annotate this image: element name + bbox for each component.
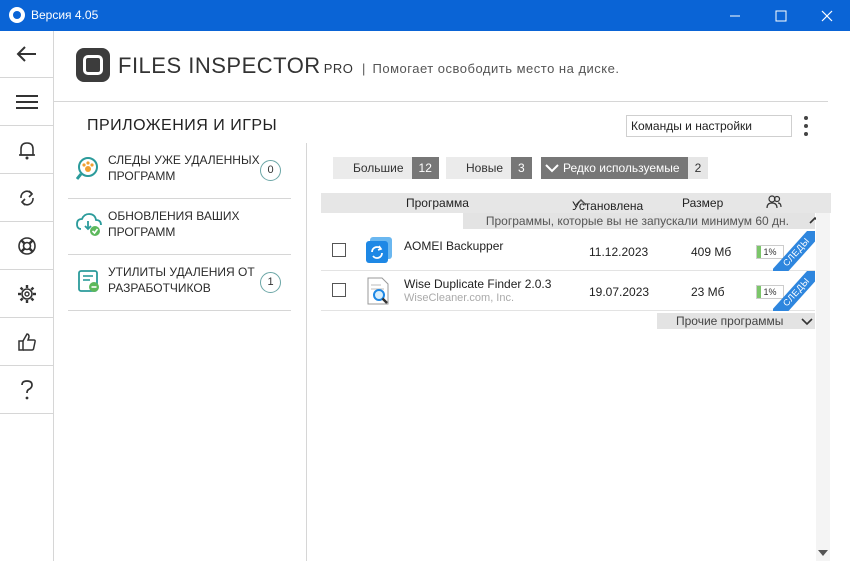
users-icon [766, 195, 782, 209]
filter-new[interactable]: Новые 3 [446, 157, 532, 179]
download-check-icon [76, 213, 102, 236]
category-updates[interactable]: Обновления ваших программ [68, 199, 291, 255]
category-remains[interactable]: Следы уже удаленных программ 0 [68, 143, 291, 199]
brand-separator: | [362, 61, 366, 76]
filter-label: Большие [333, 157, 412, 179]
chevron-down-icon [801, 318, 813, 326]
app-icon [9, 7, 25, 23]
commands-dropdown[interactable]: Команды и настройки [626, 115, 792, 137]
table-row[interactable]: AOMEI Backupper 11.12.2023 409 Мб 1% СЛЕ… [321, 231, 815, 271]
row-checkbox[interactable] [332, 243, 346, 257]
category-uninstallers[interactable]: Утилиты удаления от разработчиков 1 [68, 255, 291, 311]
filter-rarely-used[interactable]: Редко используемые 2 [541, 157, 709, 179]
category-label: Обновления ваших программ [108, 209, 240, 239]
help-icon [20, 380, 33, 400]
program-size: 23 Мб [691, 285, 725, 299]
close-button[interactable] [804, 0, 850, 31]
filter-label: Новые [446, 157, 512, 179]
usage-fill [757, 246, 761, 258]
usage-fill [757, 286, 761, 298]
column-users[interactable] [766, 195, 782, 212]
maximize-icon [775, 10, 787, 21]
table-scrollbar[interactable] [816, 213, 830, 561]
page-title: ПРИЛОЖЕНИЯ И ИГРЫ [87, 117, 278, 134]
settings-button[interactable] [0, 271, 53, 318]
panel-divider [306, 143, 307, 561]
notifications-button[interactable] [0, 127, 53, 174]
support-button[interactable] [0, 223, 53, 270]
filter-count: 3 [511, 157, 532, 179]
brand-pro: PRO [323, 61, 354, 76]
column-program[interactable]: Программа [406, 196, 469, 210]
gear-icon [17, 285, 36, 303]
aomei-backupper-icon [366, 237, 392, 263]
brand-name: FILES INSPECTOR [118, 53, 321, 78]
category-count: 0 [260, 160, 281, 181]
scroll-down-icon[interactable] [818, 549, 828, 557]
column-size[interactable]: Размер [682, 196, 723, 210]
lifebuoy-icon [17, 237, 36, 255]
menu-icon [15, 95, 38, 109]
group-header-rarely-used[interactable]: Программы, которые вы не запускали миним… [463, 213, 821, 229]
program-name: Wise Duplicate Finder 2.0.3 [404, 277, 552, 291]
header-divider [54, 101, 828, 102]
program-name: AOMEI Backupper [404, 239, 504, 253]
menu-button[interactable] [0, 79, 53, 126]
brand-tagline: Помогает освободить место на диске. [372, 61, 620, 76]
paw-search-icon [76, 157, 98, 180]
app-header: FILES INSPECTOR PRO | Помогает освободить… [54, 31, 850, 101]
remains-ribbon: СЛЕДЫ [773, 271, 815, 311]
row-checkbox[interactable] [332, 283, 346, 297]
help-button[interactable] [0, 367, 53, 414]
left-rail [0, 31, 54, 561]
more-options-button[interactable] [800, 114, 812, 138]
rate-button[interactable] [0, 319, 53, 366]
back-arrow-icon [16, 46, 36, 62]
filter-label: Редко используемые [541, 157, 688, 179]
back-button[interactable] [0, 31, 53, 78]
table-row[interactable]: Wise Duplicate Finder 2.0.3 WiseCleaner.… [321, 271, 815, 311]
refresh-button[interactable] [0, 175, 53, 222]
filter-count: 2 [687, 157, 709, 179]
category-label: Утилиты удаления от разработчиков [108, 265, 255, 295]
installer-package-icon [78, 270, 99, 292]
category-count: 1 [260, 272, 281, 293]
bell-icon [18, 142, 35, 160]
group-header-other[interactable]: Прочие программы [657, 313, 815, 329]
window-title: Версия 4.05 [31, 8, 99, 22]
maximize-button[interactable] [758, 0, 804, 31]
program-size: 409 Мб [691, 245, 732, 259]
refresh-icon [19, 190, 34, 206]
thumbs-up-icon [17, 333, 36, 351]
close-icon [821, 10, 833, 21]
column-installed[interactable]: Установлена [572, 196, 643, 213]
files-inspector-logo [76, 48, 110, 82]
title-bar: Версия 4.05 [0, 0, 850, 31]
brand-line: FILES INSPECTOR PRO | Помогает освободить… [118, 53, 619, 79]
chevron-down-icon [545, 164, 559, 173]
table-header: Программа Установлена Размер [321, 193, 831, 213]
install-date: 19.07.2023 [589, 285, 650, 299]
minimize-icon [730, 15, 740, 16]
wise-duplicate-finder-icon [367, 277, 389, 305]
program-publisher: WiseCleaner.com, Inc. [404, 292, 515, 304]
kebab-icon [804, 116, 808, 120]
minimize-button[interactable] [712, 0, 758, 31]
remains-ribbon: СЛЕДЫ [773, 231, 815, 271]
filter-count: 12 [411, 157, 439, 179]
filter-large[interactable]: Большие 12 [333, 157, 439, 179]
install-date: 11.12.2023 [589, 245, 649, 259]
category-label: Следы уже удаленных программ [108, 153, 260, 183]
